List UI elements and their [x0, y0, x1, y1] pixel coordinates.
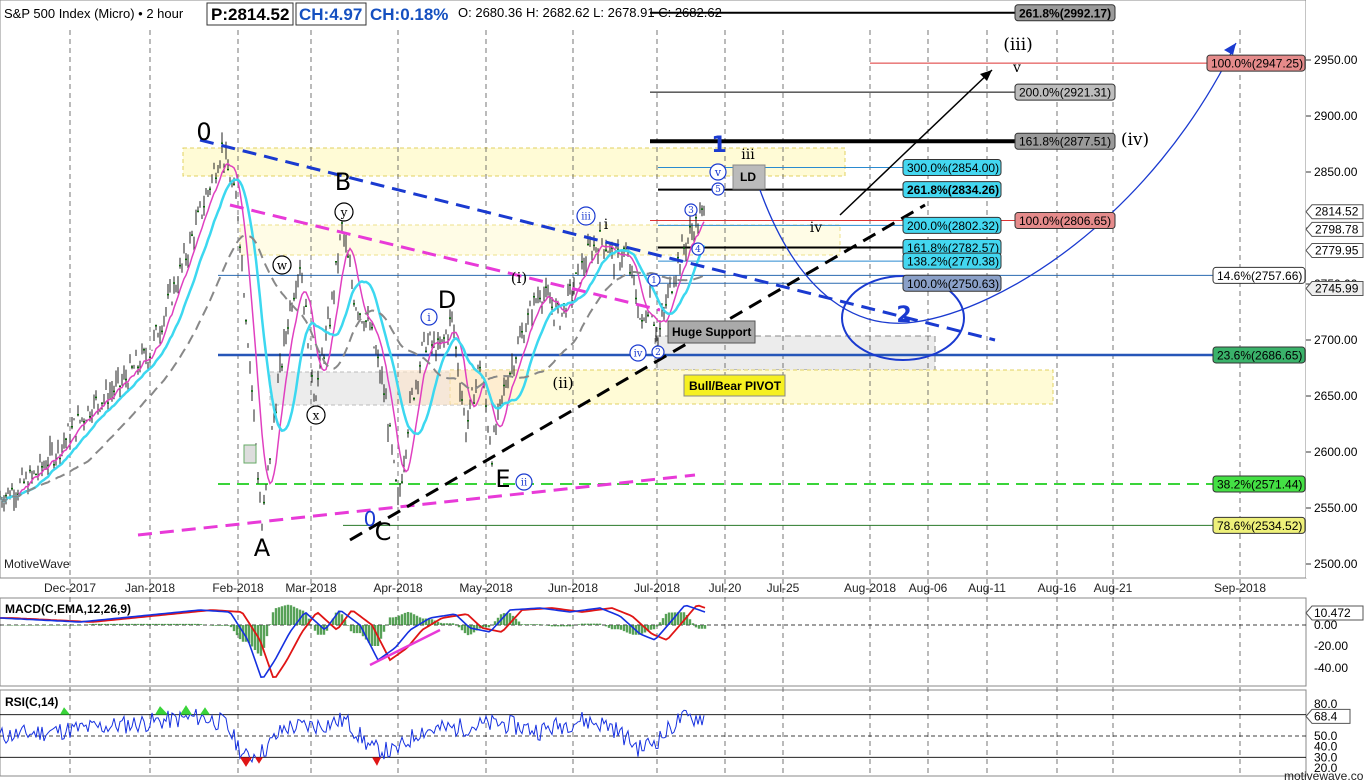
price-tick-label: 2950.00 — [1314, 53, 1358, 67]
wave-circle-label: iv — [634, 349, 643, 360]
time-axis-label: Aug-21 — [1094, 581, 1133, 595]
price-tick-label: 2850.00 — [1314, 165, 1358, 179]
wave-label: 0 — [196, 118, 211, 146]
wave-label: iv — [810, 220, 822, 236]
macd-tick-label: -20.00 — [1314, 639, 1348, 653]
pivot-text: Bull/Bear PIVOT — [689, 379, 782, 393]
change-pct-text: CH:0.18% — [370, 5, 448, 24]
wave-circle-label: iii — [581, 212, 591, 223]
current-price-label: 2779.95 — [1315, 243, 1359, 257]
wave-label: (iv) — [1121, 130, 1149, 150]
wave-label: C — [375, 518, 392, 546]
wave-label: iii — [741, 147, 755, 163]
wave-label: (ii) — [552, 374, 573, 392]
zone-orange — [395, 370, 510, 405]
wave-circle-label: i — [427, 311, 431, 324]
wave-label: D — [438, 286, 456, 314]
time-axis-label: Sep-2018 — [1214, 581, 1266, 595]
time-axis-label: Dec-2017 — [44, 581, 96, 595]
macd-tick-label: -40.00 — [1314, 661, 1348, 675]
symbol-title: S&P 500 Index (Micro) • 2 hour — [4, 6, 184, 21]
zone-upper — [239, 224, 841, 256]
wave-label: E — [495, 465, 510, 493]
ohlc-text: O: 2680.36 H: 2682.62 L: 2678.91 C: 2682… — [458, 5, 722, 20]
wave-label: 2 — [896, 303, 911, 328]
fib-label-text: 23.6%(2686.65) — [1217, 348, 1302, 362]
wave-circle-label: 1 — [651, 276, 657, 286]
fib-label-text: 300.0%(2854.00) — [907, 161, 999, 175]
fib-label-text: 161.8%(2877.51) — [1019, 135, 1111, 149]
price-tick-label: 2700.00 — [1314, 333, 1358, 347]
time-axis-label: Aug-06 — [909, 581, 948, 595]
time-axis-label: Aug-2018 — [844, 581, 896, 595]
fib-label-text: 100.0%(2806.65) — [1019, 214, 1111, 228]
price-box-text: P:2814.52 — [211, 5, 289, 24]
wave-label: B — [335, 168, 351, 196]
price-tick-label: 2500.00 — [1314, 557, 1358, 571]
wave-circle-label: 4 — [695, 245, 701, 255]
time-axis-label: Apr-2018 — [373, 581, 423, 595]
current-price-label: 2745.99 — [1315, 281, 1359, 295]
time-axis: Dec-2017 Jan-2018 Feb-2018 Mar-2018 Apr-2018… — [44, 581, 1266, 595]
wave-circle-label: v — [714, 166, 722, 179]
wave-circle-label: ii — [521, 478, 527, 489]
time-axis-label: Feb-2018 — [212, 581, 264, 595]
watermark: MotiveWave — [4, 557, 70, 571]
fib-label-text: 261.8%(2992.17) — [1019, 6, 1111, 20]
current-price-label: 2798.78 — [1315, 222, 1359, 236]
change-box-text: CH:4.97 — [299, 5, 362, 24]
rsi-tick-label: 68.4 — [1314, 709, 1338, 723]
wave-circle-label: x — [313, 408, 320, 422]
time-axis-label: Aug-11 — [968, 581, 1006, 595]
fib-label-text: 100.0%(2750.63) — [907, 277, 999, 291]
wave-circle-label: y — [340, 205, 348, 219]
wave-label: A — [254, 534, 271, 562]
wave-label: i — [604, 217, 609, 233]
fib-label-text: 200.0%(2921.31) — [1019, 86, 1111, 100]
macd-title: MACD(C,EMA,12,26,9) — [5, 602, 131, 616]
fib-label-text: 38.2%(2571.44) — [1217, 477, 1302, 491]
wave-label: 1 — [711, 133, 726, 158]
time-axis-label: Jul-25 — [767, 581, 800, 595]
wave-label: 0 — [364, 507, 377, 531]
wave-label: v — [1012, 60, 1021, 76]
price-tick-label: 2600.00 — [1314, 445, 1358, 459]
fib-label-text: 200.0%(2802.32) — [907, 219, 999, 233]
time-axis-label: Jan-2018 — [125, 581, 175, 595]
wave-label: (iii) — [1003, 35, 1033, 55]
fib-label-text: 78.6%(2534.52) — [1217, 519, 1302, 533]
time-axis-label: Jul-20 — [709, 581, 742, 595]
time-axis-label: Jul-2018 — [634, 581, 680, 595]
chart-canvas: Huge Support Bull/Bear PIVOT LD 261.8%(299… — [0, 0, 1364, 783]
fib-label-text: 261.8%(2834.26) — [907, 183, 999, 197]
time-axis-label: May-2018 — [459, 581, 513, 595]
time-axis-label: Jun-2018 — [548, 581, 598, 595]
price-tick-label: 2900.00 — [1314, 109, 1358, 123]
fib-label-text: 14.6%(2757.66) — [1217, 269, 1302, 283]
price-axis: 2950.002900.002850.002800.002750.002700.… — [1305, 0, 1364, 578]
wave-circle-label: 3 — [688, 206, 694, 216]
huge-support-text: Huge Support — [672, 325, 751, 339]
price-tick-label: 2550.00 — [1314, 501, 1358, 515]
price-tick-label: 2650.00 — [1314, 389, 1358, 403]
rsi-title: RSI(C,14) — [5, 695, 58, 709]
time-axis-label: Aug-16 — [1038, 581, 1077, 595]
ld-text: LD — [740, 170, 756, 184]
fib-label-text: 138.2%(2770.38) — [907, 255, 999, 269]
fib-label-text: 100.0%(2947.25) — [1211, 57, 1303, 71]
small-box — [243, 444, 257, 464]
macd-tick-label: 0.00 — [1314, 618, 1338, 632]
wave-circle-label: w — [277, 258, 288, 272]
wave-circle-label: 5 — [715, 185, 721, 195]
time-axis-label: Mar-2018 — [285, 581, 337, 595]
current-price-label: 2814.52 — [1315, 205, 1359, 219]
rsi-pane-frame — [0, 689, 1307, 777]
wave-label: (i) — [511, 269, 528, 287]
wave-circle-label: 2 — [655, 348, 661, 358]
footer-text: motivewave.com — [1284, 769, 1364, 783]
